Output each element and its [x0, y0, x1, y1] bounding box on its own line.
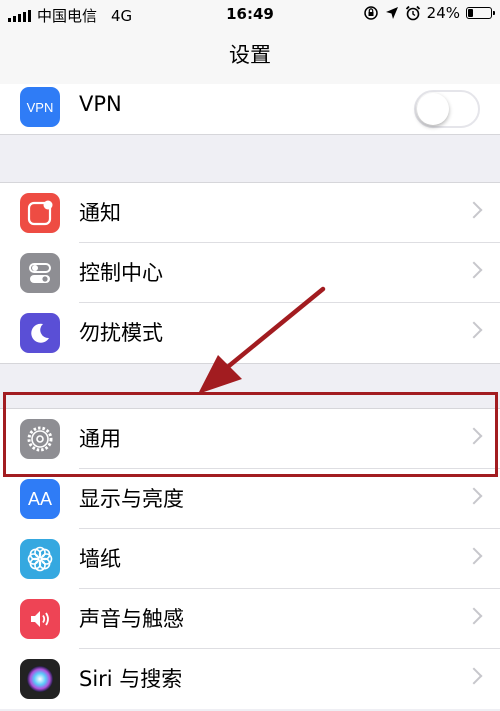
annotation-arrow: [198, 286, 326, 394]
